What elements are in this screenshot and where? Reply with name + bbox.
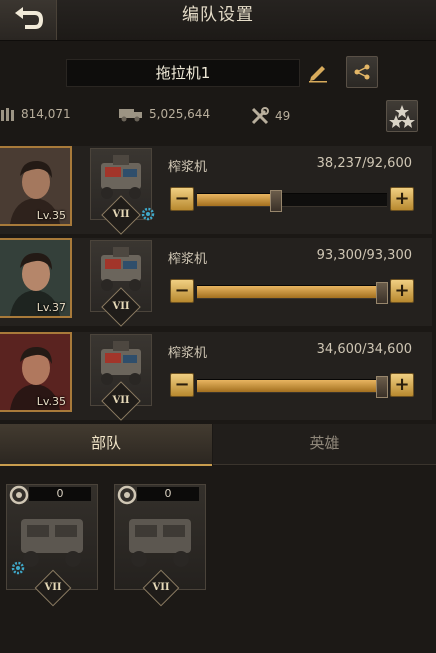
share-button[interactable] (346, 56, 378, 88)
slider-thumb[interactable] (376, 376, 389, 398)
troop-count: 38,237/92,600 (316, 156, 412, 171)
stars-icon (389, 105, 415, 128)
troop-slider[interactable] (197, 376, 389, 398)
gear-icon (141, 207, 155, 221)
troop-count: 93,300/93,300 (316, 248, 412, 263)
formation-rank-button[interactable] (386, 100, 418, 132)
decrease-button[interactable]: − (170, 279, 194, 303)
troop-name: 榨浆机 (168, 160, 208, 175)
tab-troops[interactable]: 部队 (0, 424, 212, 466)
tab-bar: 部队 英雄 (0, 424, 436, 466)
tools-icon (251, 107, 269, 125)
tab-heroes[interactable]: 英雄 (213, 424, 436, 465)
ammo-value: 814,071 (21, 107, 71, 121)
gear-icon (11, 561, 25, 575)
decrease-button[interactable]: − (170, 373, 194, 397)
hero-portrait[interactable]: Lv.35 (0, 332, 72, 412)
troop-name: 榨浆机 (168, 346, 208, 361)
vehicle-card[interactable]: VII (90, 148, 155, 235)
rank-label: VII (152, 582, 170, 593)
hero-level: Lv.35 (36, 209, 66, 222)
edit-name-button[interactable] (304, 58, 332, 86)
slider-fill (197, 194, 276, 206)
increase-button[interactable]: + (390, 187, 414, 211)
tire-icon (9, 485, 29, 505)
increase-button[interactable]: + (390, 279, 414, 303)
decrease-button[interactable]: − (170, 187, 194, 211)
page-title: 编队设置 (182, 5, 254, 25)
hero-portrait[interactable]: Lv.35 (0, 146, 72, 226)
vehicle-card[interactable]: VII (90, 334, 152, 421)
troop-row: Lv.37 VII 榨浆机 93,300/93,300 − + (0, 238, 432, 327)
vehicle-card[interactable]: VII (90, 240, 152, 327)
ammo-icon (1, 108, 14, 121)
card-count: 0 (137, 487, 199, 501)
increase-button[interactable]: + (390, 373, 414, 397)
tools-value: 49 (275, 109, 291, 123)
truck-icon (119, 109, 142, 122)
card-count: 0 (29, 487, 91, 501)
troop-row: Lv.35 VII 榨浆机 38,237/92,600 − + (0, 146, 432, 235)
troop-count: 34,600/34,600 (316, 342, 412, 357)
slider-fill (197, 380, 387, 392)
hero-level: Lv.35 (36, 395, 66, 408)
troop-slider[interactable] (197, 282, 389, 304)
back-button[interactable] (0, 0, 57, 40)
tire-icon (117, 485, 137, 505)
slider-fill (197, 286, 387, 298)
resource-stats: 814,071 5,025,644 49 (0, 100, 436, 130)
supply-stat: 5,025,644 (118, 106, 210, 122)
hero-portrait[interactable]: Lv.37 (0, 238, 72, 318)
rank-label: VII (44, 582, 62, 593)
hero-level: Lv.37 (36, 301, 66, 314)
slider-thumb[interactable] (376, 282, 389, 304)
formation-name-field[interactable]: 拖拉机1 (66, 59, 300, 87)
troop-slider[interactable] (197, 190, 387, 212)
rank-label: VII (112, 209, 130, 220)
rank-label: VII (112, 301, 130, 312)
pencil-icon (309, 66, 327, 83)
rank-label: VII (112, 395, 130, 406)
slider-thumb[interactable] (270, 190, 283, 212)
ammo-stat: 814,071 (0, 106, 71, 122)
header-bar: 编队设置 (0, 0, 436, 41)
troop-name: 榨浆机 (168, 252, 208, 267)
troop-card[interactable]: 0 VII (6, 484, 98, 607)
troop-row: Lv.35 VII 榨浆机 34,600/34,600 − + (0, 332, 432, 421)
supply-value: 5,025,644 (149, 107, 211, 121)
share-icon (354, 64, 370, 80)
back-arrow-icon (15, 7, 43, 29)
troop-card[interactable]: 0 VII (114, 484, 206, 607)
tools-stat: 49 (250, 106, 290, 126)
